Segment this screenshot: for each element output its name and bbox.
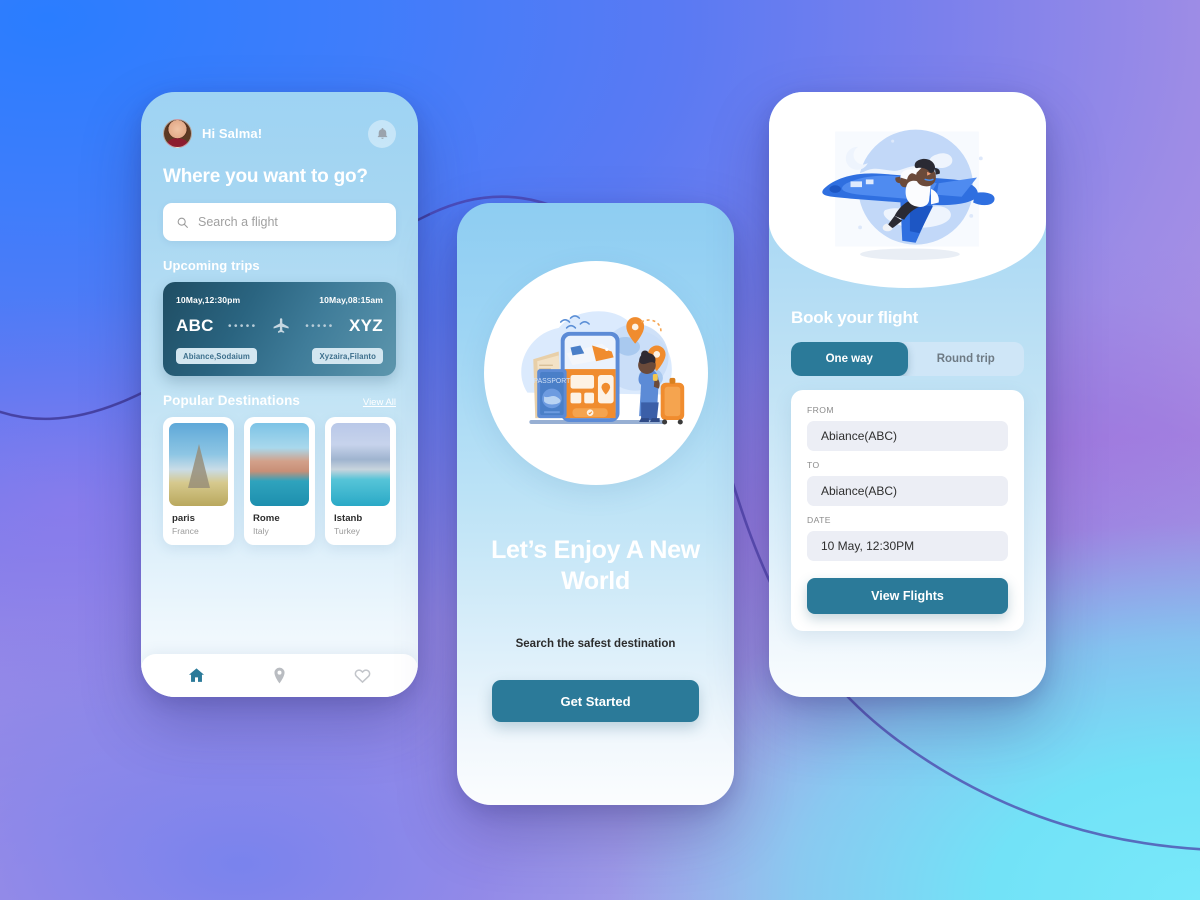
tab-one-way[interactable]: One way <box>791 342 908 376</box>
from-label: FROM <box>807 405 834 415</box>
get-started-button[interactable]: Get Started <box>492 680 699 722</box>
trip-type-toggle: One way Round trip <box>791 342 1024 376</box>
trip-arrive-time: 10May,08:15am <box>319 295 383 306</box>
greeting-text: Hi Salma! <box>202 126 263 141</box>
home-icon[interactable] <box>187 666 206 685</box>
user-greeting[interactable]: Hi Salma! <box>163 119 262 148</box>
man-riding-airplane-illustration <box>769 92 1046 288</box>
list-item[interactable]: Rome Italy <box>244 417 315 546</box>
tab-round-trip[interactable]: Round trip <box>908 342 1025 376</box>
destination-name: paris <box>172 513 195 525</box>
heart-icon[interactable] <box>353 666 372 685</box>
from-field-group: FROM Abiance(ABC) <box>807 405 1008 451</box>
eiffel-tower-photo <box>169 423 228 507</box>
search-input[interactable]: Search a flight <box>163 203 396 242</box>
to-label: TO <box>807 460 820 470</box>
istanbul-mosque-photo <box>331 423 390 507</box>
trip-dots-right: ••••• <box>305 320 335 332</box>
notification-button[interactable] <box>368 119 396 148</box>
date-field-group: DATE 10 May, 12:30PM <box>807 515 1008 561</box>
to-input[interactable]: Abiance(ABC) <box>807 476 1008 506</box>
view-all-link[interactable]: View All <box>363 397 396 408</box>
trip-from-code: ABC <box>176 316 214 336</box>
trip-depart-time: 10May,12:30pm <box>176 295 241 306</box>
onboarding-subtitle: Search the safest destination <box>515 638 676 650</box>
destination-country: Turkey <box>334 526 360 537</box>
svg-text:PASSPORT: PASSPORT <box>533 378 571 385</box>
destination-name: Istanb <box>334 513 363 525</box>
trip-to-tag: Xyzaira,Filanto <box>312 348 383 365</box>
trip-dots-left: ••••• <box>228 320 258 332</box>
avatar[interactable] <box>163 119 192 148</box>
list-item[interactable]: paris France <box>163 417 234 546</box>
from-input[interactable]: Abiance(ABC) <box>807 421 1008 451</box>
view-flights-button[interactable]: View Flights <box>807 578 1008 614</box>
page-title: Where you want to go? <box>163 166 368 187</box>
date-label: DATE <box>807 515 831 525</box>
date-input[interactable]: 10 May, 12:30PM <box>807 531 1008 561</box>
bottom-navigation <box>141 654 418 697</box>
popular-destinations-heading: Popular Destinations <box>163 393 301 409</box>
destination-country: Italy <box>253 526 269 537</box>
destination-country: France <box>172 526 199 537</box>
booking-screen: Book your flight One way Round trip FROM… <box>769 92 1046 697</box>
trip-from-tag: Abiance,Sodaium <box>176 348 257 365</box>
destination-name: Rome <box>253 513 280 525</box>
flight-search-form: FROM Abiance(ABC) TO Abiance(ABC) DATE 1… <box>791 390 1024 631</box>
page-title: Book your flight <box>791 308 919 327</box>
home-screen: Hi Salma! Where you want to go? Search a… <box>141 92 418 697</box>
location-pin-icon[interactable] <box>270 666 289 685</box>
onboarding-screen: PASSPORT Let’s Enjoy A New World Search … <box>457 203 734 805</box>
upcoming-trips-heading: Upcoming trips <box>163 258 260 274</box>
trip-card[interactable]: 10May,12:30pm 10May,08:15am ABC ••••• ••… <box>163 282 396 377</box>
illustration-graphic: PASSPORT <box>520 311 684 425</box>
list-item[interactable]: Istanb Turkey <box>325 417 396 546</box>
search-icon <box>177 217 188 228</box>
travel-booking-illustration: PASSPORT <box>483 261 708 485</box>
airplane-icon <box>273 317 289 333</box>
onboarding-title: Let’s Enjoy A New World <box>491 536 700 595</box>
search-placeholder: Search a flight <box>198 215 278 230</box>
trip-to-code: XYZ <box>349 316 383 336</box>
illustration-graphic <box>821 129 995 260</box>
bell-icon <box>377 127 387 139</box>
rialto-bridge-photo <box>250 423 309 507</box>
to-field-group: TO Abiance(ABC) <box>807 460 1008 506</box>
destination-list: paris France Rome Italy Istanb Turkey <box>163 417 396 546</box>
home-header: Hi Salma! <box>163 92 396 148</box>
